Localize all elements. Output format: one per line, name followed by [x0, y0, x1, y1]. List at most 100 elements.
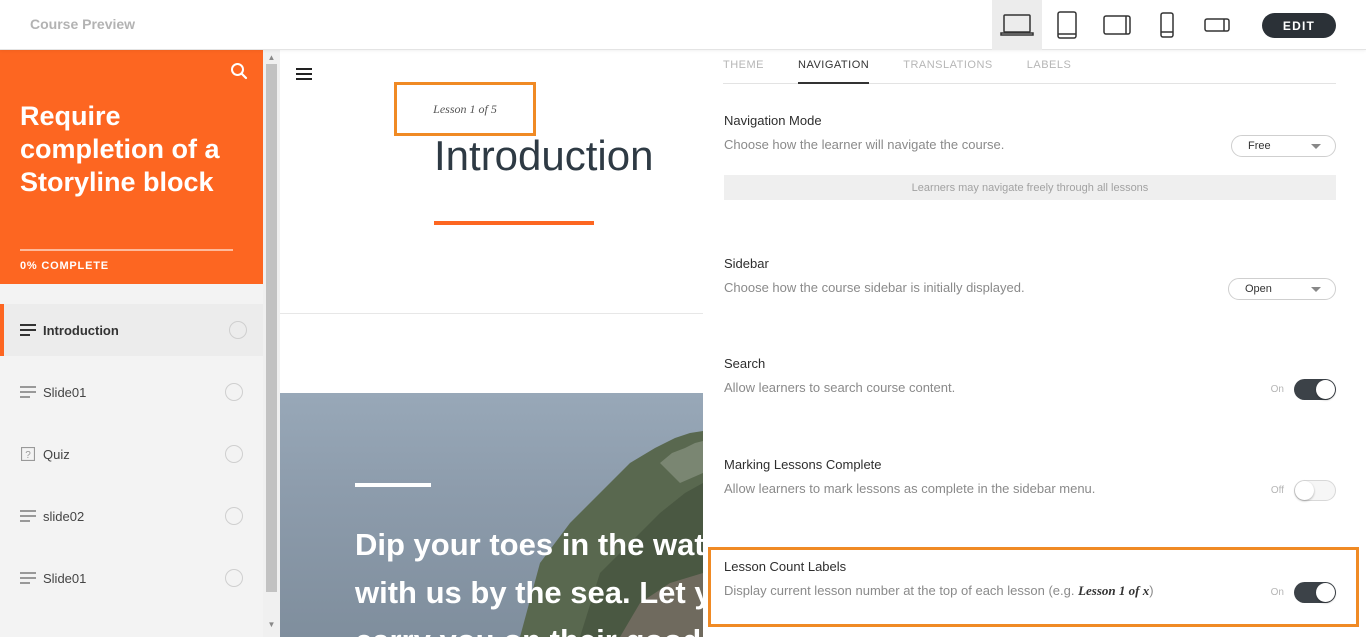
edit-button[interactable]: EDIT [1262, 13, 1336, 38]
search-setting: Search Allow learners to search course c… [724, 356, 1336, 395]
hero-line: carry you on their good looks [355, 617, 703, 637]
lesson-status-circle [225, 569, 243, 587]
lesson-count-toggle-group: On [1256, 582, 1336, 603]
lesson-label: Slide01 [43, 384, 87, 400]
navigation-mode-info: Learners may navigate freely through all… [724, 175, 1336, 200]
title-underline [434, 221, 594, 225]
toggle-state-label: Off [1270, 485, 1284, 496]
lesson-status-circle [229, 321, 247, 339]
chevron-down-icon [1311, 144, 1321, 149]
scroll-down-arrow-icon[interactable]: ▼ [267, 620, 276, 629]
tablet-landscape-icon [1103, 15, 1131, 35]
toggle-state-label: On [1270, 384, 1284, 395]
scroll-up-arrow-icon[interactable]: ▲ [267, 53, 276, 62]
lesson-item[interactable]: Slide01 [0, 366, 263, 418]
course-sidebar: Require completion of a Storyline block … [0, 50, 263, 637]
quiz-icon: ? [20, 447, 36, 461]
device-tablet-portrait-button[interactable] [1042, 0, 1092, 50]
toggle-state-label: On [1270, 587, 1284, 598]
lesson-status-circle [225, 507, 243, 525]
lesson-label: Slide01 [43, 570, 87, 586]
description-prefix: Display current lesson number at the top… [724, 583, 1079, 598]
progress-label: 0% COMPLETE [20, 260, 109, 272]
text-lines-icon [20, 385, 36, 399]
navigation-mode-select[interactable]: Free [1231, 135, 1336, 157]
setting-description: Allow learners to mark lessons as comple… [724, 481, 1096, 496]
hero-accent-bar [355, 483, 431, 487]
settings-tabs: THEME NAVIGATION TRANSLATIONS LABELS [723, 50, 1336, 84]
hero-image-block: Dip your toes in the water with us by th… [280, 393, 703, 637]
hero-text: Dip your toes in the water with us by th… [355, 521, 703, 637]
description-example: Lesson 1 of x [1078, 583, 1150, 598]
app-title: Course Preview [30, 16, 136, 32]
select-value: Free [1248, 140, 1271, 152]
sidebar-display-select[interactable]: Open [1228, 278, 1336, 300]
hamburger-menu-icon [296, 68, 312, 80]
section-divider [280, 313, 703, 314]
search-icon [231, 63, 248, 80]
sidebar-scrollbar[interactable]: ▲ ▼ [263, 50, 280, 637]
select-value: Open [1245, 283, 1272, 295]
device-phone-landscape-button[interactable] [1192, 0, 1242, 50]
search-toggle[interactable] [1294, 379, 1336, 400]
tab-navigation[interactable]: NAVIGATION [798, 50, 870, 84]
sidebar-header: Require completion of a Storyline block … [0, 50, 263, 284]
tab-translations[interactable]: TRANSLATIONS [903, 50, 993, 83]
lesson-count-toggle[interactable] [1294, 582, 1336, 603]
device-phone-portrait-button[interactable] [1142, 0, 1192, 50]
setting-title: Navigation Mode [724, 113, 822, 128]
chevron-down-icon [1311, 287, 1321, 292]
tab-labels[interactable]: LABELS [1027, 50, 1072, 83]
lesson-count-setting: Lesson Count Labels Display current less… [724, 559, 1336, 599]
lesson-item[interactable]: Slide01 [0, 552, 263, 604]
lesson-label: slide02 [43, 508, 85, 524]
lesson-count-highlight: Lesson 1 of 5 [394, 82, 536, 136]
text-lines-icon [20, 571, 36, 585]
tab-theme[interactable]: THEME [723, 50, 764, 83]
lesson-item[interactable]: ? Quiz [0, 428, 263, 480]
device-switcher [992, 0, 1242, 50]
phone-portrait-icon [1160, 12, 1174, 38]
settings-panel: THEME NAVIGATION TRANSLATIONS LABELS Nav… [703, 50, 1366, 637]
marking-complete-setting: Marking Lessons Complete Allow learners … [724, 457, 1336, 496]
search-toggle-group: On [1256, 379, 1336, 400]
device-desktop-button[interactable] [992, 0, 1042, 50]
device-tablet-landscape-button[interactable] [1092, 0, 1142, 50]
top-bar: Course Preview EDIT [0, 0, 1366, 50]
tablet-portrait-icon [1057, 11, 1077, 39]
lesson-content: Lesson 1 of 5 Introduction Dip your toes… [280, 50, 703, 637]
toggle-knob [1295, 481, 1314, 500]
toggle-knob [1316, 380, 1335, 399]
hero-line: Dip your toes in the water [355, 527, 703, 562]
lesson-title: Introduction [434, 132, 654, 179]
progress-bar [20, 249, 233, 251]
course-title: Require completion of a Storyline block [20, 101, 220, 197]
lesson-count-label: Lesson 1 of 5 [433, 101, 497, 116]
scroll-thumb[interactable] [266, 64, 277, 592]
setting-description: Allow learners to search course content. [724, 380, 956, 395]
marking-complete-toggle[interactable] [1294, 480, 1336, 501]
lesson-status-circle [225, 383, 243, 401]
setting-title: Lesson Count Labels [724, 559, 847, 574]
lesson-item[interactable]: slide02 [0, 490, 263, 542]
text-lines-icon [20, 323, 36, 337]
lesson-label: Introduction [43, 322, 119, 338]
laptop-icon [1000, 14, 1034, 36]
marking-toggle-group: Off [1256, 480, 1336, 501]
setting-title: Sidebar [724, 256, 769, 271]
hero-line: with us by the sea. Let your [355, 575, 703, 610]
toggle-knob [1316, 583, 1335, 602]
lesson-label: Quiz [43, 446, 70, 462]
lesson-list: Introduction Slide01 ? Quiz slide02 Slid… [0, 304, 263, 614]
lesson-status-circle [225, 445, 243, 463]
phone-landscape-icon [1204, 18, 1230, 32]
svg-text:?: ? [25, 450, 31, 461]
menu-toggle-button[interactable] [296, 67, 312, 81]
setting-title: Marking Lessons Complete [724, 457, 882, 472]
lesson-item[interactable]: Introduction [0, 304, 263, 356]
description-suffix: ) [1149, 583, 1154, 598]
text-lines-icon [20, 509, 36, 523]
search-button[interactable] [230, 62, 250, 82]
setting-description: Display current lesson number at the top… [724, 583, 1336, 599]
setting-title: Search [724, 356, 766, 371]
